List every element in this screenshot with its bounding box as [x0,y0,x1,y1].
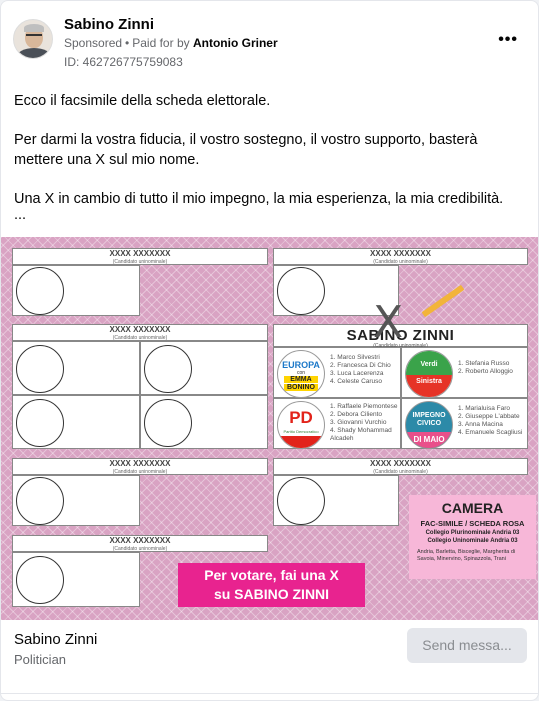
paid-for-prefix: Paid for by [132,36,190,50]
vote-x-mark: X [373,297,404,348]
verdi-sinistra-logo: Verdi Sinistra [405,350,453,398]
sponsored-line: Sponsored • Paid for by Antonio Griner [64,36,278,50]
ad-id: ID: 462726775759083 [64,55,183,69]
placeholder-name: XXXX XXXXXXX [109,536,171,545]
ballot-block-4: XXXX XXXXXXX (Candidato uninominale) [12,458,268,526]
camera-title: CAMERA [441,500,504,516]
party-circle [16,477,64,525]
sponsored-label: Sponsored [64,36,123,50]
pd-logo: PD Partito Democratico [277,401,325,449]
ballot-block-1: XXXX XXXXXXX (Candidato uninominale) [12,248,268,316]
more-options-icon[interactable]: ••• [498,31,518,49]
ballot-image[interactable]: XXXX XXXXXXX (Candidato uninominale) XXXX… [1,237,538,620]
post-ellipsis: ... [14,207,27,223]
camera-subtitle: FAC-SIMILE / SCHEDA ROSA [420,519,525,528]
cta-line-2: su SABINO ZINNI [213,586,330,602]
placeholder-name: XXXX XXXXXXX [109,249,171,258]
placeholder-name: XXXX XXXXXXX [370,249,431,258]
post-text: Ecco il facsimile della scheda elettoral… [14,91,519,240]
placeholder-name: XXXX XXXXXXX [109,459,171,468]
ballot-block-3: XXXX XXXXXXX (Candidato uninominale) [12,324,268,449]
send-message-button[interactable]: Send messa... [407,628,527,663]
party-circle [277,267,325,315]
europa-logo: EUROPA con EMMA BONINO [277,350,325,398]
party-names-1: 1. Marco Silvestri 2. Francesca Di Chio … [330,354,391,385]
camera-info-box: CAMERA FAC-SIMILE / SCHEDA ROSA Collegio… [409,495,536,579]
page-category: Politician [14,652,67,667]
party-circle [144,399,192,447]
avatar[interactable] [13,19,53,59]
party-circle [144,345,192,393]
cta-line-1: Per votare, fai una X [204,567,339,583]
post-paragraph-1: Ecco il facsimile della scheda elettoral… [14,93,271,109]
party-circle [16,556,64,604]
placeholder-name: XXXX XXXXXXX [109,325,171,334]
divider [1,693,538,694]
camera-college-2: Collegio Uninominale Andria 03 [427,538,518,544]
impegno-civico-logo: IMPEGNO CIVICO DI MAIO [405,401,453,449]
ad-card: Sabino Zinni Sponsored • Paid for by Anton… [0,0,539,701]
author-name[interactable]: Sabino Zinni [64,16,154,33]
vote-cta-banner: Per votare, fai una X su SABINO ZINNI [178,563,365,607]
party-circle [16,399,64,447]
party-circle [277,477,325,525]
post-paragraph-2: Per darmi la vostra fiducia, il vostro s… [14,132,478,168]
post-paragraph-3: Una X in cambio di tutto il mio impegno,… [14,191,504,207]
post-header: Sabino Zinni Sponsored • Paid for by Anton… [13,13,526,73]
camera-towns: Andria, Barletta, Bisceglie, Margherita … [417,549,516,562]
page-name[interactable]: Sabino Zinni [14,631,97,648]
camera-college-1: Collegio Plurinominale Andria 03 [425,530,520,536]
party-circle [16,267,64,315]
party-names-2: 1. Stefania Russo 2. Roberto Alloggio [458,360,513,375]
party-circle [16,345,64,393]
party-names-4: 1. Marialuisa Faro 2. Giuseppe L'abbate … [458,405,523,436]
party-names-3: 1. Raffaele Piemontese 2. Debora Cilient… [330,403,398,442]
paid-by-name: Antonio Griner [192,36,278,50]
placeholder-name: XXXX XXXXXXX [370,459,431,468]
